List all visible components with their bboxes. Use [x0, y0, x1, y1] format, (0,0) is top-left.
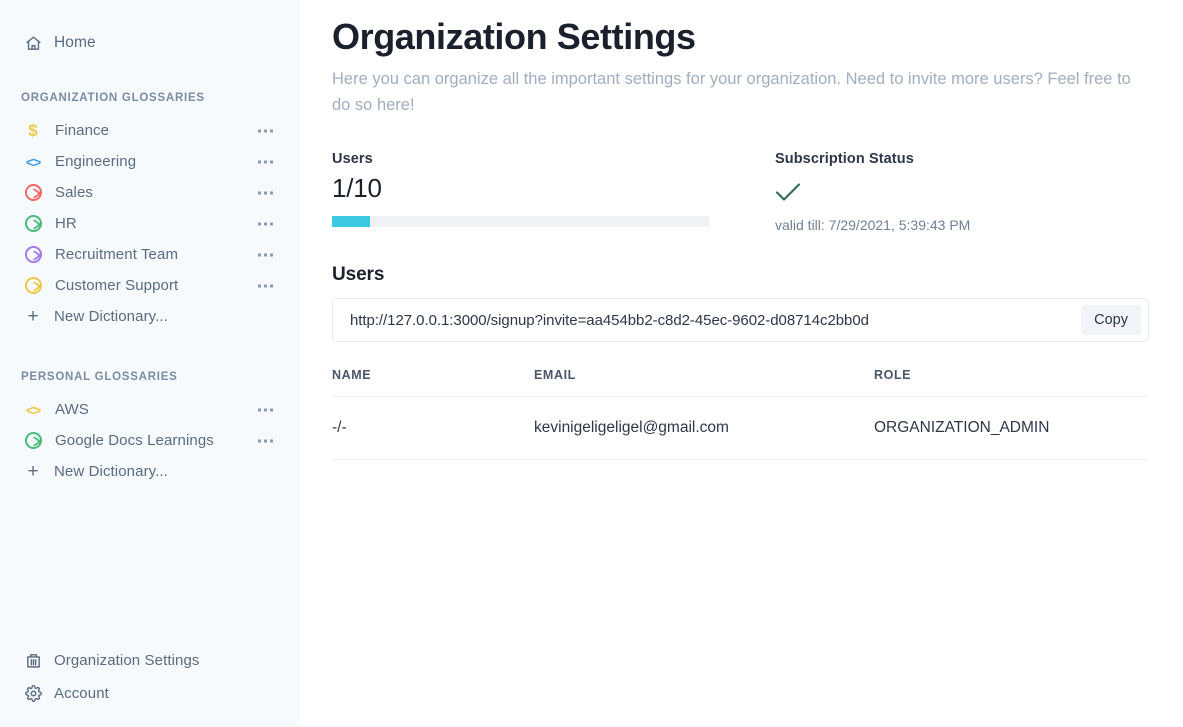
org-glossaries-header: ORGANIZATION GLOSSARIES — [0, 92, 300, 104]
sidebar-item-aws[interactable]: <> AWS — [0, 394, 300, 425]
glossary-label: Engineering — [55, 153, 136, 170]
page-subtitle: Here you can organize all the important … — [332, 67, 1150, 118]
more-options-icon[interactable] — [258, 253, 273, 256]
users-progress-bar — [332, 216, 709, 227]
sidebar-item-hr[interactable]: HR — [0, 208, 300, 239]
copy-button[interactable]: Copy — [1081, 305, 1141, 335]
more-options-icon[interactable] — [258, 408, 273, 411]
sidebar-item-organization-settings-label: Organization Settings — [54, 652, 200, 669]
sidebar-item-engineering[interactable]: <> Engineering — [0, 146, 300, 177]
column-header-name: NAME — [332, 368, 534, 397]
sidebar-bottom: Organization Settings Account — [0, 644, 300, 710]
glossary-icon: <> — [22, 155, 44, 169]
glossary-icon: <> — [22, 403, 44, 417]
plus-icon: + — [22, 462, 44, 481]
sidebar-item-customer-support[interactable]: Customer Support — [0, 270, 300, 301]
users-stat-card: Users 1/10 — [332, 151, 775, 233]
glossary-icon — [22, 432, 44, 449]
users-progress-fill — [332, 216, 370, 227]
cell-name: -/- — [332, 397, 534, 460]
sidebar-item-recruitment-team[interactable]: Recruitment Team — [0, 239, 300, 270]
personal-glossaries-header: PERSONAL GLOSSARIES — [0, 371, 300, 383]
glossary-label: Google Docs Learnings — [55, 432, 214, 449]
invite-link-input[interactable] — [350, 312, 1081, 329]
glossary-icon — [22, 246, 44, 263]
users-table: NAME EMAIL ROLE -/-kevinigeligeligel@gma… — [332, 368, 1149, 460]
sidebar-item-organization-settings[interactable]: Organization Settings — [0, 644, 300, 677]
sidebar-item-account-label: Account — [54, 685, 109, 702]
sidebar-item-sales[interactable]: Sales — [0, 177, 300, 208]
check-icon — [775, 181, 970, 205]
personal-new-dictionary-label: New Dictionary... — [54, 463, 168, 480]
glossary-label: Sales — [55, 184, 93, 201]
glossary-icon — [22, 215, 44, 232]
org-new-dictionary-label: New Dictionary... — [54, 308, 168, 325]
glossary-icon — [22, 184, 44, 201]
cell-role: ORGANIZATION_ADMIN — [874, 397, 1149, 460]
plus-icon: + — [22, 307, 44, 326]
sidebar: Home ORGANIZATION GLOSSARIES $ Finance <> E… — [0, 0, 300, 727]
compass-icon — [25, 277, 42, 294]
sidebar-top: Home ORGANIZATION GLOSSARIES $ Finance <> E… — [0, 0, 300, 487]
more-options-icon[interactable] — [258, 439, 273, 442]
glossary-icon: $ — [22, 122, 44, 139]
more-options-icon[interactable] — [258, 222, 273, 225]
org-new-dictionary-button[interactable]: + New Dictionary... — [0, 301, 300, 332]
bank-icon — [22, 652, 44, 669]
sidebar-item-account[interactable]: Account — [0, 677, 300, 710]
sidebar-item-finance[interactable]: $ Finance — [0, 115, 300, 146]
gear-icon — [22, 685, 44, 702]
more-options-icon[interactable] — [258, 129, 273, 132]
more-options-icon[interactable] — [258, 284, 273, 287]
sidebar-item-home-label: Home — [54, 34, 96, 52]
code-icon: <> — [26, 155, 40, 169]
more-options-icon[interactable] — [258, 191, 273, 194]
column-header-role: ROLE — [874, 368, 1149, 397]
personal-new-dictionary-button[interactable]: + New Dictionary... — [0, 456, 300, 487]
personal-glossaries-list: <> AWS Google Docs Learnings — [0, 394, 300, 456]
glossary-icon — [22, 277, 44, 294]
main-content: Organization Settings Here you can organ… — [300, 0, 1183, 727]
column-header-email: EMAIL — [534, 368, 874, 397]
subscription-status-label: Subscription Status — [775, 151, 970, 167]
stats-row: Users 1/10 Subscription Status valid til… — [332, 151, 1183, 233]
glossary-label: Customer Support — [55, 277, 178, 294]
users-stat-value: 1/10 — [332, 173, 775, 204]
compass-icon — [25, 432, 42, 449]
compass-icon — [25, 246, 42, 263]
glossary-label: Recruitment Team — [55, 246, 178, 263]
compass-icon — [25, 215, 42, 232]
sidebar-item-home[interactable]: Home — [0, 28, 300, 58]
invite-link-box: Copy — [332, 298, 1149, 342]
home-icon — [22, 35, 44, 52]
code-icon: <> — [26, 403, 40, 417]
glossary-label: AWS — [55, 401, 89, 418]
users-table-body: -/-kevinigeligeligel@gmail.comORGANIZATI… — [332, 397, 1149, 460]
app-root: Home ORGANIZATION GLOSSARIES $ Finance <> E… — [0, 0, 1183, 727]
table-header-row: NAME EMAIL ROLE — [332, 368, 1149, 397]
subscription-status-card: Subscription Status valid till: 7/29/202… — [775, 151, 970, 233]
users-stat-label: Users — [332, 151, 775, 167]
glossary-label: HR — [55, 215, 77, 232]
compass-icon — [25, 184, 42, 201]
subscription-valid-till: valid till: 7/29/2021, 5:39:43 PM — [775, 217, 970, 233]
dollar-icon: $ — [28, 122, 37, 139]
glossary-label: Finance — [55, 122, 109, 139]
page-title: Organization Settings — [332, 14, 1183, 59]
org-glossaries-list: $ Finance <> Engineering Sales HR Recruitment … — [0, 115, 300, 301]
more-options-icon[interactable] — [258, 160, 273, 163]
cell-email: kevinigeligeligel@gmail.com — [534, 397, 874, 460]
users-section-heading: Users — [332, 264, 1183, 286]
sidebar-item-google-docs-learnings[interactable]: Google Docs Learnings — [0, 425, 300, 456]
table-row: -/-kevinigeligeligel@gmail.comORGANIZATI… — [332, 397, 1149, 460]
